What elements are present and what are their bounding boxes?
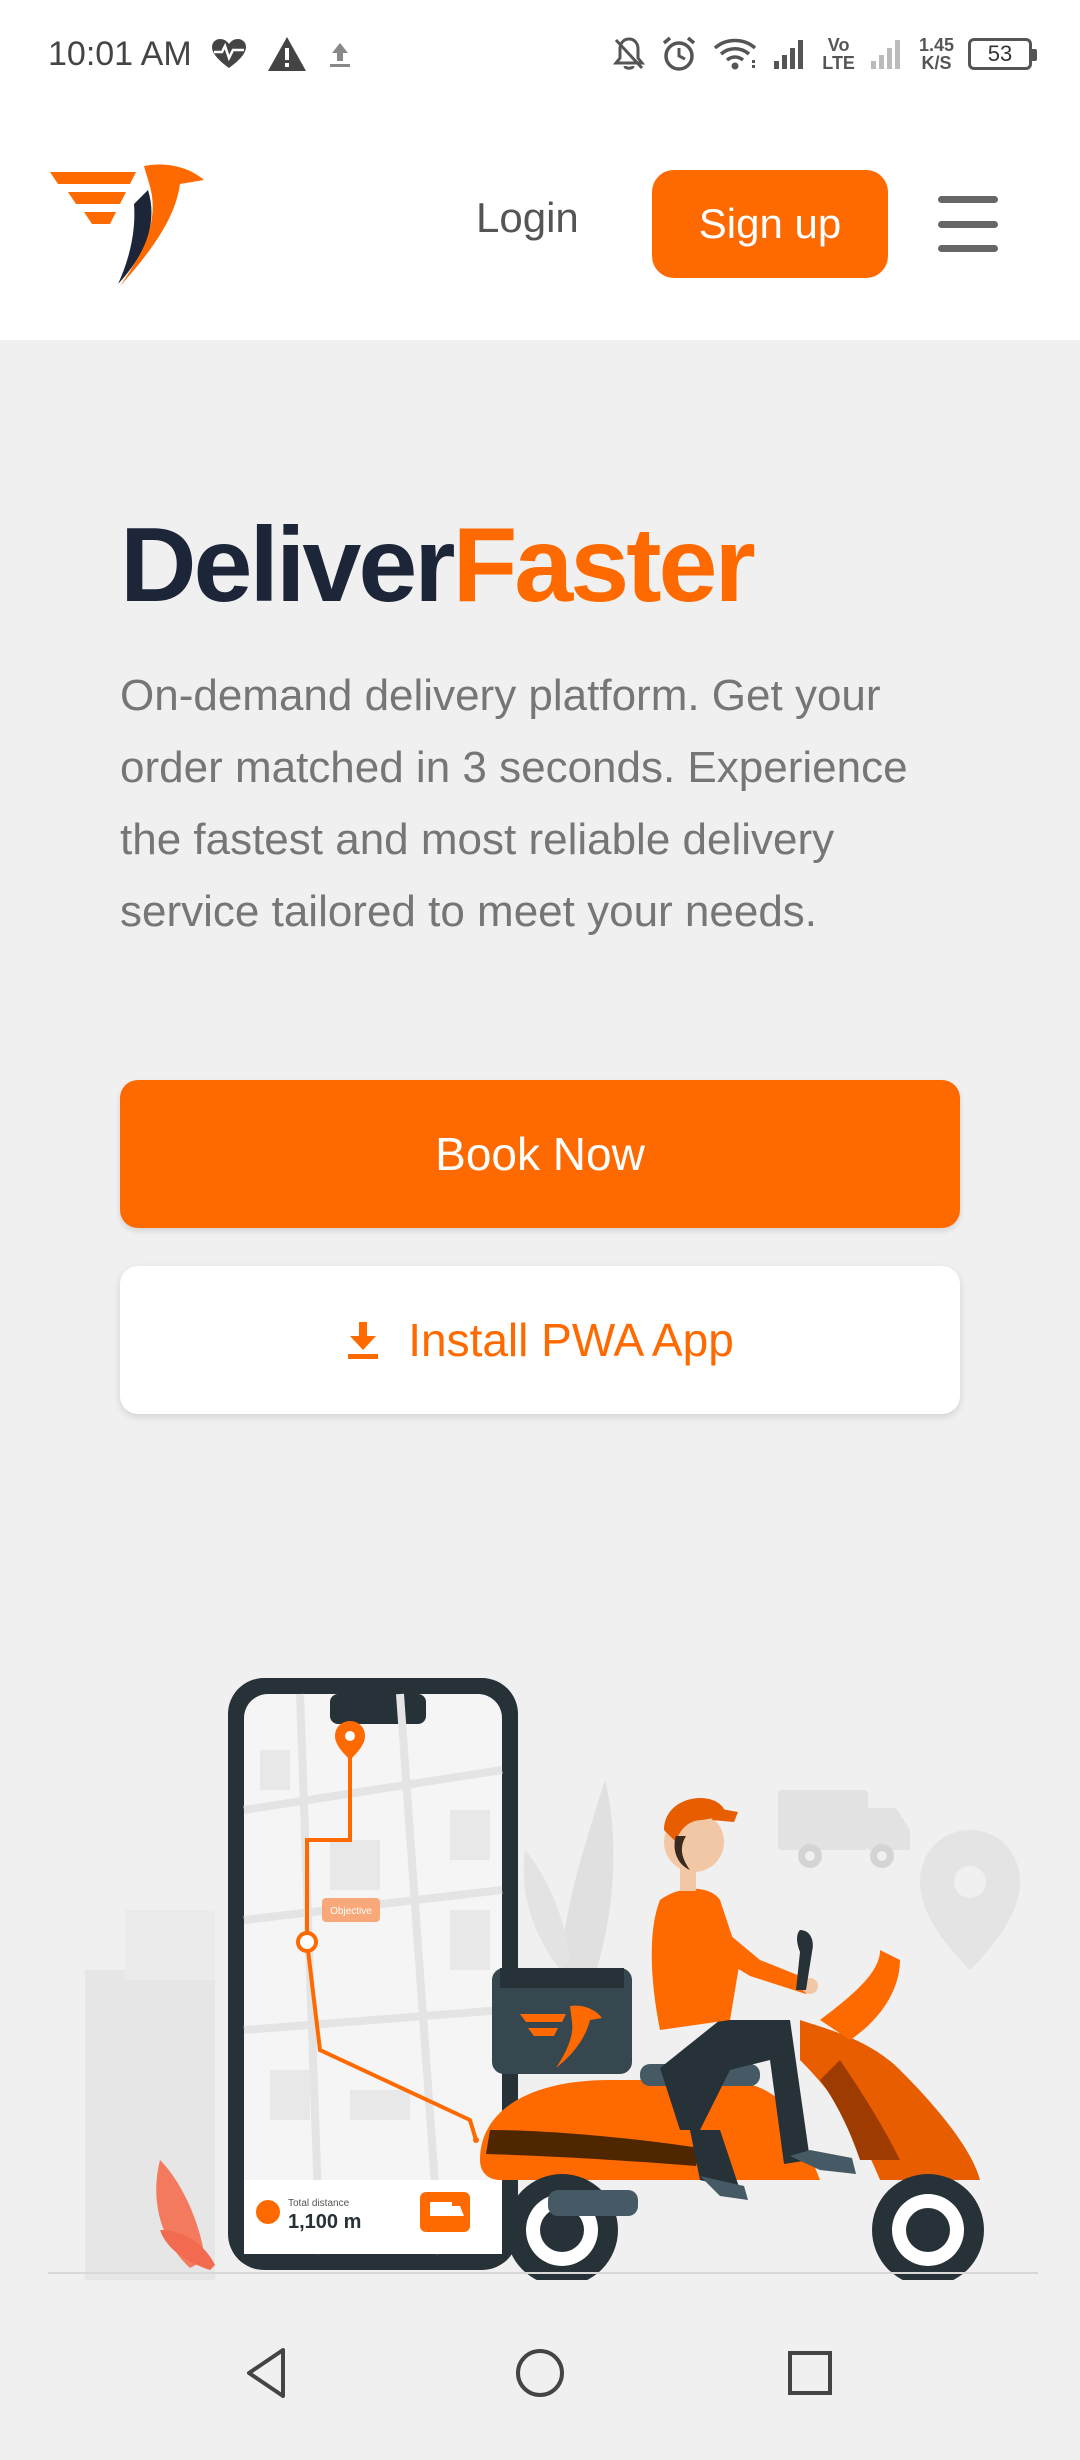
status-time: 10:01 AM xyxy=(48,34,192,73)
hero-description: On-demand delivery platform. Get your or… xyxy=(120,671,908,936)
mute-notifications-icon xyxy=(612,36,646,72)
home-icon[interactable] xyxy=(495,2328,585,2418)
wifi-icon xyxy=(712,36,758,72)
signal-strength-icon xyxy=(772,37,808,71)
hero-title-faster: Faster xyxy=(452,506,756,624)
warning-icon xyxy=(266,35,308,73)
back-icon[interactable] xyxy=(221,2328,311,2418)
background-truck-icon xyxy=(778,1790,910,1868)
network-speed: 1.45 K/S xyxy=(918,35,954,73)
hero-title-deliver: Deliver xyxy=(120,506,456,624)
scooter-rider-illustration xyxy=(480,1798,984,2286)
map-objective-label: Objective xyxy=(330,1906,372,1917)
alarm-icon xyxy=(660,35,698,73)
battery-level: 53 xyxy=(987,41,1013,66)
status-left: 10:01 AM xyxy=(48,35,354,74)
battery-icon: 53 xyxy=(968,38,1037,70)
book-now-button[interactable]: Book Now xyxy=(120,1080,960,1228)
heart-rate-icon xyxy=(210,38,248,70)
hero-title: DeliverFaster xyxy=(120,505,756,626)
status-right: Vo LTE 1.45 K/S 53 xyxy=(612,35,1037,73)
volte-indicator: Vo LTE xyxy=(822,35,855,73)
upload-icon xyxy=(326,39,354,69)
bird-logo-icon[interactable] xyxy=(48,162,208,288)
distance-caption: Total distance xyxy=(288,2198,350,2209)
system-navigation-bar xyxy=(0,2282,1080,2460)
signal-strength-secondary-icon xyxy=(869,37,905,71)
app-header: Login Sign up xyxy=(0,108,1080,340)
phone-illustration: Objective Total distance 1,100 m xyxy=(228,1678,518,2270)
login-link[interactable]: Login xyxy=(476,194,579,242)
bottom-divider xyxy=(48,2272,1038,2274)
status-bar: 10:01 AM Vo LTE 1.45 K/S 53 xyxy=(0,0,1080,108)
recents-icon[interactable] xyxy=(765,2328,855,2418)
install-pwa-button[interactable]: Install PWA App xyxy=(120,1266,960,1414)
install-pwa-label: Install PWA App xyxy=(408,1314,734,1366)
download-icon xyxy=(348,1322,379,1359)
signup-button[interactable]: Sign up xyxy=(652,170,888,278)
hamburger-menu-icon[interactable] xyxy=(938,196,1002,252)
delivery-illustration: Objective Total distance 1,100 m xyxy=(0,1660,1080,2286)
distance-value: 1,100 m xyxy=(288,2211,361,2233)
